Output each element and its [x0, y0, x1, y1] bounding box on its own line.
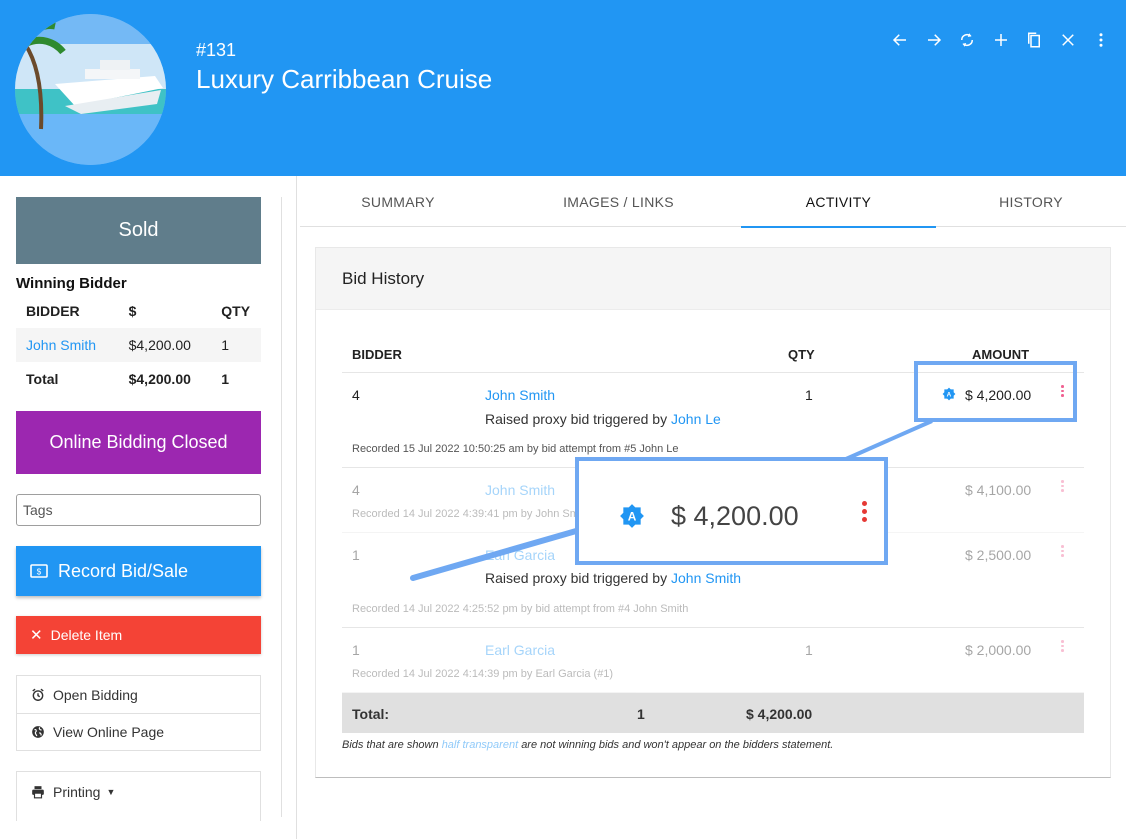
callout-connector: [410, 419, 933, 581]
zoom-callout: A $ 4,200.00: [575, 457, 888, 565]
more-vert-icon: [862, 501, 867, 525]
svg-text:A: A: [628, 509, 637, 523]
auto-bid-badge-icon: A: [619, 503, 645, 534]
zoom-amount: $ 4,200.00: [671, 501, 799, 531]
